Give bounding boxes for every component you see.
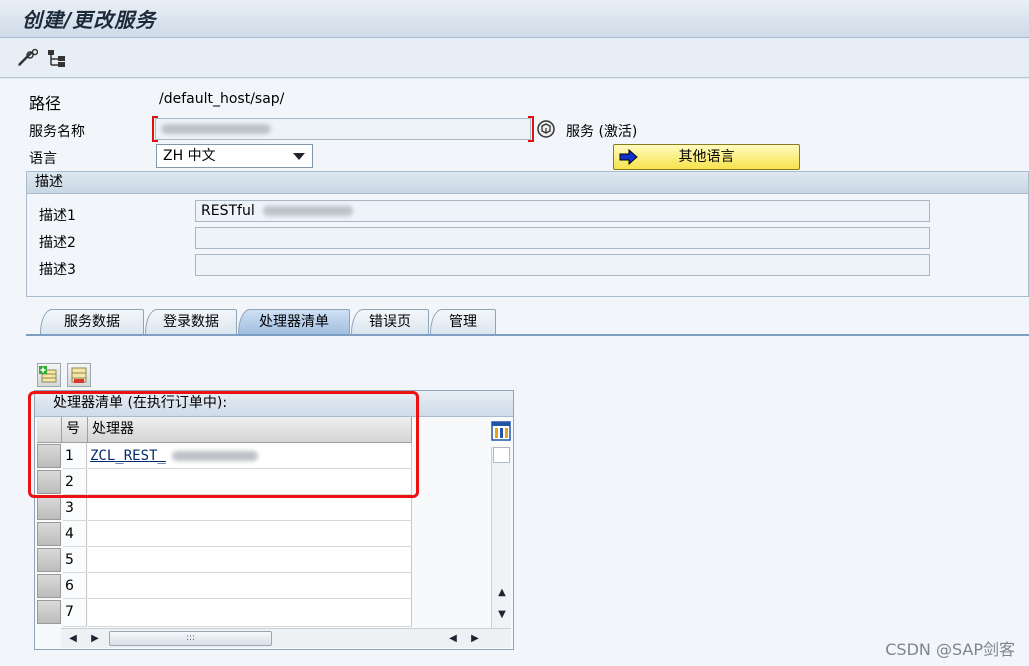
redacted-text bbox=[161, 124, 271, 134]
main-content: 路径 /default_host/sap/ 服务名称 服务 (激活) 语言 ZH… bbox=[0, 79, 1029, 666]
scroll-left-icon[interactable]: ◀ bbox=[65, 631, 81, 647]
scrollbar-thumb[interactable]: ::: bbox=[109, 631, 272, 646]
service-status-icon bbox=[536, 119, 556, 139]
scrollbar-thumb[interactable] bbox=[493, 447, 510, 463]
horizontal-scrollbar[interactable]: ◀ ▶ ::: ◀ ▶ bbox=[61, 628, 511, 648]
scroll-right-icon[interactable]: ▶ bbox=[467, 631, 483, 647]
row-selector[interactable] bbox=[37, 574, 61, 598]
tab-service-data[interactable]: 服务数据 bbox=[40, 309, 144, 335]
description-1-value: RESTful bbox=[201, 203, 255, 219]
language-select[interactable]: ZH 中文 bbox=[156, 144, 313, 168]
column-header-handler[interactable]: 处理器 bbox=[88, 417, 412, 443]
path-value: /default_host/sap/ bbox=[159, 91, 285, 107]
row-number: 5 bbox=[63, 547, 87, 573]
hierarchy-tree-icon[interactable] bbox=[46, 48, 68, 68]
application-toolbar bbox=[0, 38, 1029, 78]
required-marker-left bbox=[152, 116, 158, 142]
handler-table: 处理器清单 (在执行订单中): 号 处理器 1 ZCL_REST_ 2 3 4 … bbox=[34, 390, 514, 650]
row-selector[interactable] bbox=[37, 496, 61, 520]
tab-administration[interactable]: 管理 bbox=[430, 309, 496, 335]
row-number: 6 bbox=[63, 573, 87, 599]
table-settings-icon[interactable] bbox=[491, 421, 511, 441]
required-marker-right bbox=[528, 116, 534, 142]
handler-cell[interactable] bbox=[88, 495, 412, 521]
service-name-label: 服务名称 bbox=[29, 124, 85, 140]
description-3-field[interactable] bbox=[195, 254, 930, 276]
insert-row-button[interactable] bbox=[37, 363, 61, 387]
handler-cell[interactable] bbox=[88, 573, 412, 599]
delete-row-icon bbox=[71, 367, 87, 383]
description-1-field[interactable]: RESTful bbox=[195, 200, 930, 222]
handler-cell[interactable] bbox=[88, 599, 412, 627]
description-2-label: 描述2 bbox=[39, 235, 76, 251]
title-bar: 创建/更改服务 bbox=[0, 0, 1029, 38]
description-group-title: 描述 bbox=[27, 172, 1028, 194]
watermark: CSDN @SAP剑客 bbox=[885, 640, 1015, 659]
row-selector[interactable] bbox=[37, 470, 61, 494]
description-1-label: 描述1 bbox=[39, 208, 76, 224]
service-status-text: 服务 (激活) bbox=[566, 124, 638, 140]
tab-logon-data[interactable]: 登录数据 bbox=[145, 309, 237, 335]
description-group: 描述 描述1 RESTful 描述2 描述3 bbox=[26, 171, 1029, 297]
chevron-down-icon bbox=[293, 153, 305, 160]
column-header-num[interactable]: 号 bbox=[62, 417, 88, 443]
pencil-glasses-icon[interactable] bbox=[16, 48, 39, 68]
description-3-label: 描述3 bbox=[39, 262, 76, 278]
handler-cell[interactable] bbox=[88, 547, 412, 573]
arrow-right-icon bbox=[618, 147, 640, 167]
insert-row-icon bbox=[39, 366, 57, 383]
other-languages-label: 其他语言 bbox=[678, 149, 735, 165]
scroll-left-icon[interactable]: ◀ bbox=[445, 631, 461, 647]
row-selector[interactable] bbox=[37, 548, 61, 572]
row-number: 4 bbox=[63, 521, 87, 547]
row-number: 2 bbox=[63, 469, 87, 495]
row-selector[interactable] bbox=[37, 522, 61, 546]
redacted-text bbox=[263, 206, 354, 216]
row-selector[interactable] bbox=[37, 444, 61, 468]
other-languages-button[interactable]: 其他语言 bbox=[613, 144, 800, 170]
row-number: 7 bbox=[63, 599, 87, 627]
delete-row-button[interactable] bbox=[67, 363, 91, 387]
row-number: 3 bbox=[63, 495, 87, 521]
language-label: 语言 bbox=[29, 151, 57, 167]
window-title: 创建/更改服务 bbox=[22, 8, 157, 32]
handler-cell[interactable] bbox=[88, 521, 412, 547]
tab-handler-list[interactable]: 处理器清单 bbox=[238, 309, 350, 335]
row-selector[interactable] bbox=[37, 600, 61, 624]
vertical-scrollbar[interactable]: ▲ ▼ bbox=[491, 447, 511, 629]
handler-link[interactable]: ZCL_REST_ bbox=[90, 448, 166, 464]
handler-cell[interactable] bbox=[88, 469, 412, 495]
select-all-column[interactable] bbox=[37, 417, 62, 443]
row-number: 1 bbox=[63, 443, 87, 469]
language-select-value: ZH 中文 bbox=[163, 148, 216, 164]
path-label: 路径 bbox=[29, 94, 62, 113]
handler-table-title: 处理器清单 (在执行订单中): bbox=[35, 391, 513, 417]
service-name-field[interactable] bbox=[155, 118, 531, 140]
scroll-right-icon[interactable]: ▶ bbox=[87, 631, 103, 647]
handler-cell[interactable]: ZCL_REST_ bbox=[88, 443, 412, 469]
scroll-down-icon[interactable]: ▼ bbox=[494, 607, 510, 623]
redacted-text bbox=[172, 451, 259, 461]
tab-error-pages[interactable]: 错误页 bbox=[351, 309, 429, 335]
scroll-up-icon[interactable]: ▲ bbox=[494, 585, 510, 601]
description-2-field[interactable] bbox=[195, 227, 930, 249]
